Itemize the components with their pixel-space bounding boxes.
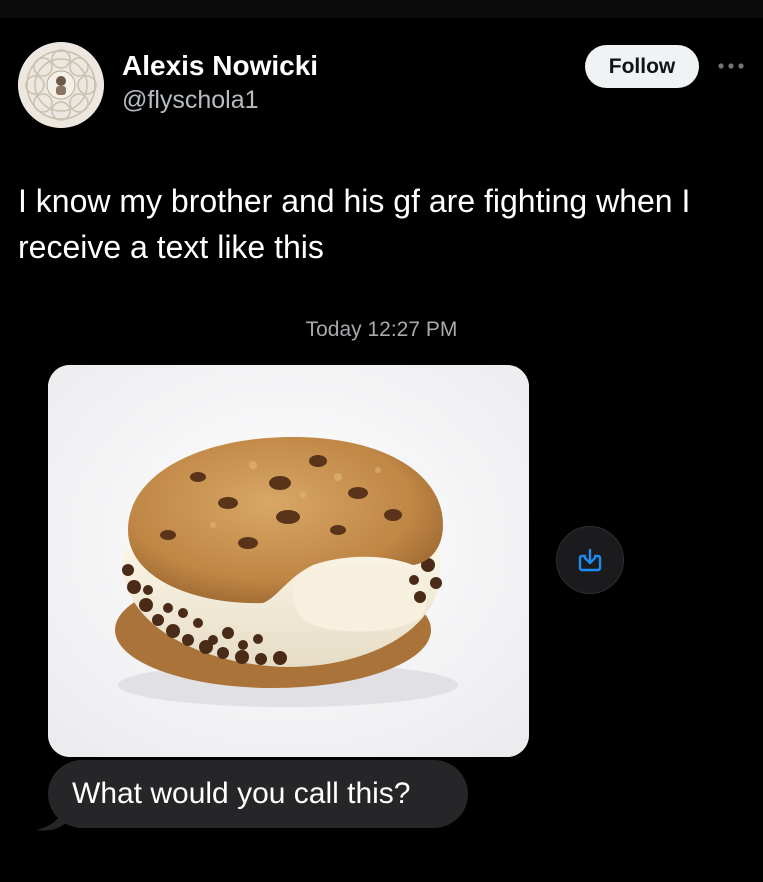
ice-cream-sandwich-photo[interactable] <box>48 365 529 757</box>
message-bubble: What would you call this? <box>48 760 468 828</box>
avatar[interactable] <box>18 42 104 128</box>
tweet-text: I know my brother and his gf are fightin… <box>18 183 691 265</box>
more-horizontal-icon[interactable] <box>713 51 749 81</box>
top-strip <box>0 0 763 18</box>
follow-button[interactable]: Follow <box>585 45 699 88</box>
save-image-icon[interactable] <box>556 526 624 594</box>
author-handle[interactable]: @flyschola1 <box>122 86 259 115</box>
message-timestamp: Today 12:27 PM <box>305 318 458 341</box>
author-name[interactable]: Alexis Nowicki <box>122 50 318 82</box>
